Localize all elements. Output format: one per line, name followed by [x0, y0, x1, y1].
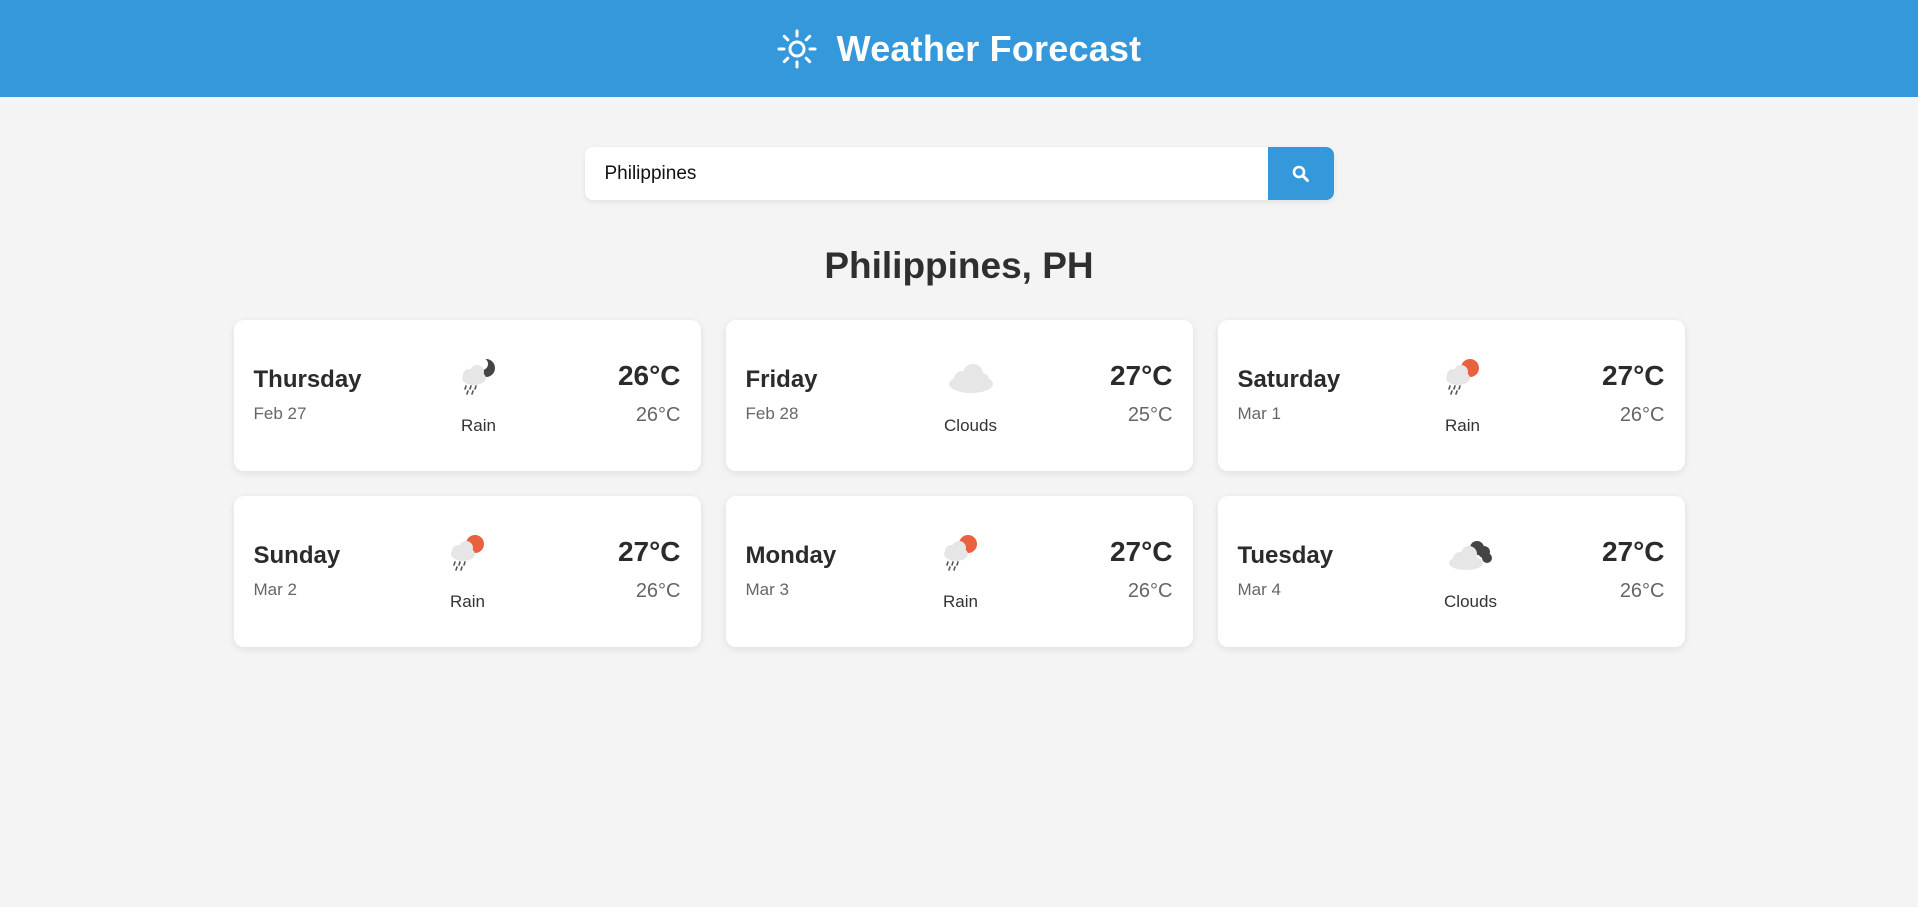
- cloud-icon: [948, 364, 993, 393]
- condition-label: Rain: [450, 592, 485, 611]
- forecast-card: Saturday Mar 1 Rain 27°C 26°C: [1217, 320, 1685, 471]
- temp-low: 26°C: [635, 580, 681, 602]
- temperature: 27°C 25°C: [1110, 360, 1173, 427]
- temp-low: 26°C: [1619, 404, 1665, 426]
- forecast-card: Friday Feb 28 Clouds 27°C 25°C: [725, 320, 1193, 471]
- day-name: Sunday: [253, 542, 341, 569]
- temp-high: 27°C: [617, 536, 681, 567]
- day-date: Feb 28: [745, 404, 799, 423]
- temperature: 26°C 26°C: [618, 360, 681, 427]
- temp-low: 25°C: [1127, 404, 1173, 426]
- condition-label: Clouds: [1444, 592, 1497, 611]
- day-name: Monday: [745, 542, 837, 569]
- rain-sun-icon: [943, 535, 977, 571]
- search-input[interactable]: [584, 147, 1268, 200]
- day-date: Mar 2: [253, 580, 297, 599]
- condition: Clouds: [1426, 532, 1516, 612]
- temp-high: 27°C: [1109, 536, 1173, 567]
- search-icon: [1292, 165, 1309, 182]
- temp-high: 27°C: [1109, 360, 1173, 391]
- temp-low: 26°C: [1127, 580, 1173, 602]
- forecast-card: Sunday Mar 2 Rain 27°C 26°C: [233, 496, 701, 647]
- rain-night-icon: [461, 358, 495, 395]
- sun-icon: [777, 29, 817, 68]
- day-date: Feb 27: [253, 404, 307, 423]
- condition: Rain: [1418, 356, 1508, 436]
- temp-low: 26°C: [635, 404, 681, 426]
- day-date: Mar 4: [1237, 580, 1281, 599]
- temperature: 27°C 26°C: [1110, 536, 1173, 603]
- temp-low: 26°C: [1619, 580, 1665, 602]
- search-bar: [584, 147, 1334, 200]
- temp-high: 27°C: [1601, 360, 1665, 391]
- condition-label: Rain: [1445, 416, 1480, 435]
- condition: Rain: [916, 532, 1006, 612]
- day-date: Mar 3: [745, 580, 789, 599]
- rain-sun-icon: [450, 535, 484, 571]
- condition: Rain: [423, 532, 513, 612]
- day-name: Thursday: [253, 366, 362, 393]
- broken-clouds-icon: [1448, 541, 1492, 570]
- forecast-card: Thursday Feb 27 Rain 26°C 26°C: [233, 320, 701, 471]
- condition: Rain: [434, 356, 524, 436]
- temperature: 27°C 26°C: [1602, 536, 1665, 603]
- condition-label: Rain: [943, 592, 978, 611]
- temp-high: 27°C: [1601, 536, 1665, 567]
- temp-high: 26°C: [617, 360, 681, 391]
- location-title: Philippines, PH: [824, 245, 1094, 286]
- temperature: 27°C 26°C: [618, 536, 681, 603]
- condition: Clouds: [926, 356, 1016, 436]
- forecast-card: Tuesday Mar 4 Clouds 27°C 26°C: [1217, 496, 1685, 647]
- rain-sun-icon: [1445, 359, 1479, 395]
- condition-label: Rain: [461, 416, 496, 435]
- app-title: Weather Forecast: [836, 27, 1142, 69]
- day-name: Friday: [745, 366, 818, 393]
- condition-label: Clouds: [944, 416, 997, 435]
- forecast-grid: Thursday Feb 27 Rain 26°C 26°C Friday Fe…: [233, 320, 1685, 647]
- search-button[interactable]: [1267, 147, 1334, 200]
- day-name: Tuesday: [1237, 542, 1334, 569]
- day-name: Saturday: [1237, 366, 1341, 393]
- day-date: Mar 1: [1237, 404, 1281, 423]
- forecast-card: Monday Mar 3 Rain 27°C 26°C: [725, 496, 1193, 647]
- temperature: 27°C 26°C: [1602, 360, 1665, 427]
- app-header: Weather Forecast: [0, 0, 1918, 97]
